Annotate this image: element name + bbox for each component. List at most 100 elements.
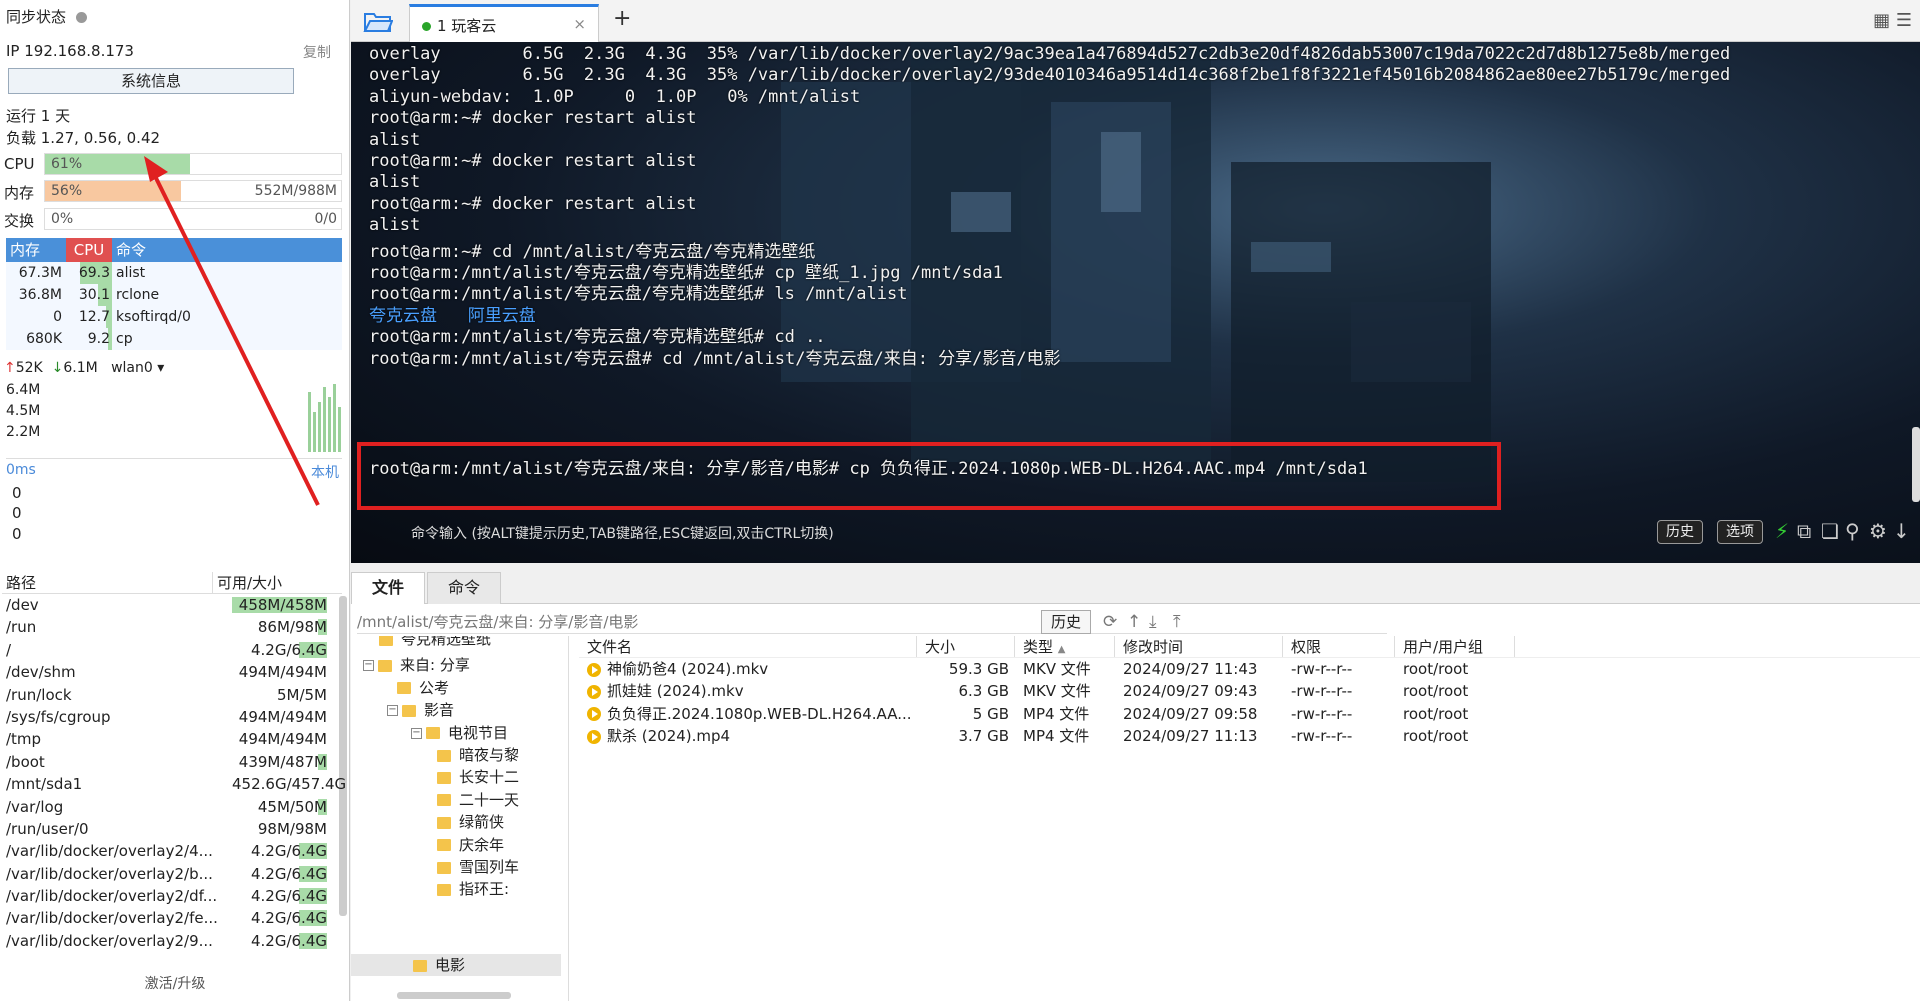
col-size-header[interactable]: 可用/大小 <box>212 572 342 593</box>
tree-item[interactable]: 夸克精选壁纸 <box>379 636 491 649</box>
disk-row[interactable]: /tmp 494M/494M <box>2 728 342 750</box>
folder-icon <box>437 839 451 852</box>
search-icon[interactable]: ⚲ <box>1845 519 1860 543</box>
disk-row[interactable]: /run/user/0 98M/98M <box>2 818 342 840</box>
chevron-down-icon[interactable]: ▾ <box>157 360 164 376</box>
disk-row[interactable]: /dev/shm 494M/494M <box>2 661 342 683</box>
paste-icon[interactable]: ❏ <box>1821 519 1839 543</box>
tree-item[interactable]: 二十一天 <box>437 789 519 810</box>
download-arrow-icon: ↓ <box>51 360 64 376</box>
menu-icon[interactable]: ☰ <box>1896 10 1912 31</box>
col-type-header[interactable]: 类型 ▲ <box>1015 636 1115 657</box>
disk-row[interactable]: /var/lib/docker/overlay2/df... 4.2G/6.4G <box>2 885 342 907</box>
disk-scrollbar[interactable] <box>339 596 347 916</box>
col-perm-header[interactable]: 权限 <box>1283 636 1395 657</box>
up-directory-icon[interactable]: ↑ <box>1127 612 1141 632</box>
tab-commands[interactable]: 命令 <box>427 572 501 604</box>
col-mem-header[interactable]: 内存 <box>6 238 66 262</box>
disk-row[interactable]: /sys/fs/cgroup 494M/494M <box>2 706 342 728</box>
process-row[interactable]: 0 12.7 ksoftirqd/0 <box>6 306 342 328</box>
file-row[interactable]: 神偷奶爸4 (2024).mkv 59.3 GB MKV 文件 2024/09/27 … <box>579 658 1920 680</box>
col-cpu-header[interactable]: CPU <box>66 238 112 262</box>
folder-icon <box>379 636 393 646</box>
file-type: MP4 文件 <box>1023 727 1090 746</box>
disk-path: /var/lib/docker/overlay2/9... <box>6 931 213 950</box>
tree-item[interactable]: − 来自: 分享 <box>363 654 470 675</box>
options-button[interactable]: 选项 <box>1717 520 1763 544</box>
refresh-icon[interactable]: ⟳ <box>1103 612 1117 632</box>
download-icon[interactable]: ↓ <box>1893 519 1910 543</box>
grid-layout-icon[interactable]: ▦ <box>1873 10 1890 31</box>
disk-row[interactable]: /var/lib/docker/overlay2/4... 4.2G/6.4G <box>2 840 342 862</box>
activate-upgrade-link[interactable]: 激活/升级 <box>0 973 350 993</box>
process-row[interactable]: 67.3M 69.3 alist <box>6 262 342 284</box>
folder-open-icon[interactable] <box>363 8 393 34</box>
path-input[interactable]: /mnt/alist/夸克云盘/来自: 分享/影音/电影 <box>357 610 1387 634</box>
command-input-hint[interactable]: 命令输入 (按ALT键提示历史,TAB键路径,ESC键返回,双击CTRL切换) <box>411 523 834 543</box>
add-tab-button[interactable]: + <box>613 6 631 31</box>
tree-item[interactable]: 绿箭侠 <box>437 811 504 832</box>
video-file-icon <box>587 662 601 677</box>
disk-row[interactable]: /var/lib/docker/overlay2/fe... 4.2G/6.4G <box>2 907 342 929</box>
col-cmd-header[interactable]: 命令 <box>112 238 342 262</box>
copy-ip-link[interactable]: 复制 <box>303 42 331 62</box>
lightning-icon[interactable]: ⚡ <box>1775 519 1789 543</box>
folder-icon <box>426 727 440 740</box>
disk-row[interactable]: /var/log 45M/50M <box>2 796 342 818</box>
col-path-header[interactable]: 路径 <box>2 572 212 593</box>
collapse-icon[interactable]: − <box>411 727 422 739</box>
disk-row[interactable]: / 4.2G/6.4G <box>2 639 342 661</box>
disk-row[interactable]: /dev 458M/458M <box>2 594 342 616</box>
tree-scrollbar[interactable] <box>397 992 511 999</box>
path-history-button[interactable]: 历史 <box>1041 610 1091 634</box>
system-info-button[interactable]: 系统信息 <box>8 68 294 94</box>
tree-item[interactable]: − 影音 <box>387 699 454 720</box>
disk-row[interactable]: /var/lib/docker/overlay2/9... 4.2G/6.4G <box>2 930 342 952</box>
col-owner-header[interactable]: 用户/用户组 <box>1395 636 1515 657</box>
tree-item[interactable]: 指环王: <box>437 878 509 899</box>
file-size: 6.3 GB <box>958 682 1009 701</box>
file-name: 抓娃娃 (2024).mkv <box>607 682 744 701</box>
disk-row[interactable]: /boot 439M/487M <box>2 751 342 773</box>
collapse-icon[interactable]: − <box>363 660 374 672</box>
collapse-icon[interactable]: − <box>387 705 398 717</box>
ping-value: 0 <box>12 525 22 543</box>
file-row[interactable]: 默杀 (2024).mp4 3.7 GB MP4 文件 2024/09/27 11:1… <box>579 725 1920 747</box>
col-size-header[interactable]: 大小 <box>917 636 1015 657</box>
tree-item[interactable]: − 电视节目 <box>411 722 508 743</box>
disk-row[interactable]: /run/lock 5M/5M <box>2 684 342 706</box>
copy-icon[interactable]: ⧉ <box>1797 519 1811 543</box>
folder-icon <box>437 749 451 762</box>
disk-path: /var/lib/docker/overlay2/fe... <box>6 909 218 928</box>
tree-item[interactable]: 公考 <box>397 677 449 698</box>
local-host-label[interactable]: 本机 <box>311 462 339 482</box>
disk-row[interactable]: /mnt/sda1 452.6G/457.4G <box>2 773 346 795</box>
process-row[interactable]: 680K 9.2 cp <box>6 328 342 350</box>
tree-item[interactable]: 长安十二 <box>437 766 519 787</box>
tree-item[interactable]: 暗夜与黎 <box>437 744 519 765</box>
disk-row[interactable]: /var/lib/docker/overlay2/b... 4.2G/6.4G <box>2 863 342 885</box>
process-command: cp <box>116 331 133 347</box>
terminal-scrollbar[interactable] <box>1912 427 1920 502</box>
tab-files[interactable]: 文件 <box>351 572 425 604</box>
disk-row[interactable]: /run 86M/98M <box>2 616 342 638</box>
panel-splitter[interactable] <box>571 656 577 1001</box>
terminal[interactable]: overlay 6.5G 2.3G 4.3G 35% /var/lib/dock… <box>351 42 1920 563</box>
upload-file-icon[interactable]: ⤒ <box>1173 612 1181 632</box>
folder-icon <box>397 682 411 695</box>
col-name-header[interactable]: 文件名 <box>579 636 917 657</box>
cpu-meter: CPU 61% <box>4 153 342 175</box>
tab-session[interactable]: 1 玩客云 × <box>409 4 599 42</box>
file-row[interactable]: 抓娃娃 (2024).mkv 6.3 GB MKV 文件 2024/09/27 09:… <box>579 680 1920 702</box>
history-button[interactable]: 历史 <box>1657 520 1703 544</box>
col-mtime-header[interactable]: 修改时间 <box>1115 636 1283 657</box>
network-interface-select[interactable]: wlan0 <box>111 360 153 376</box>
tree-item[interactable]: 庆余年 <box>437 834 504 855</box>
download-file-icon[interactable]: ⤓ <box>1149 612 1157 632</box>
close-icon[interactable]: × <box>573 15 586 33</box>
process-row[interactable]: 36.8M 30.1 rclone <box>6 284 342 306</box>
file-row[interactable]: 负负得正.2024.1080p.WEB-DL.H264.AA... 5 GB MP4… <box>579 703 1920 725</box>
tree-item[interactable]: 雪国列车 <box>437 856 519 877</box>
tree-item[interactable]: 电影 <box>413 954 465 975</box>
gear-icon[interactable]: ⚙ <box>1869 519 1887 543</box>
